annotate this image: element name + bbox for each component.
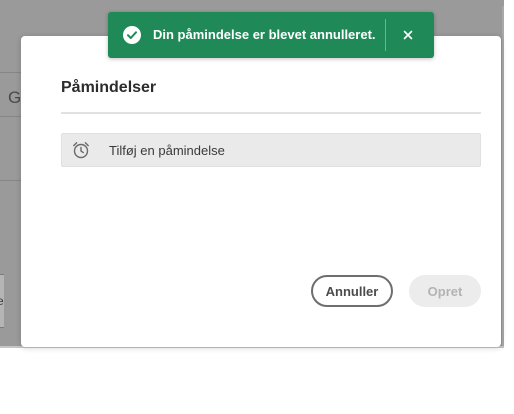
- create-button[interactable]: Opret: [409, 275, 481, 307]
- toast-close-button[interactable]: [398, 25, 418, 45]
- background-divider: [0, 116, 22, 117]
- background-tab-partial-label: G: [8, 88, 22, 107]
- dialog-title: Påmindelser: [61, 79, 157, 96]
- add-reminder-label: Tilføj en påmindelse: [109, 142, 225, 158]
- background-divider: [0, 180, 22, 181]
- toast-separator: [385, 19, 386, 51]
- cancel-button[interactable]: Annuller: [311, 275, 393, 307]
- alarm-clock-icon: [71, 140, 91, 160]
- toast-message: Din påmindelse er blevet annulleret.: [153, 27, 376, 42]
- checkmark-circle-icon: [123, 26, 141, 44]
- reminders-dialog: Påmindelser Tilføj en påmindelse Annulle…: [21, 36, 501, 347]
- background-panel-partial-label: e: [0, 294, 4, 308]
- close-icon: [403, 30, 413, 40]
- background-divider: [0, 72, 22, 73]
- background-edge: [502, 6, 504, 346]
- toast-notification: Din påmindelse er blevet annulleret.: [108, 12, 434, 58]
- add-reminder-button[interactable]: Tilføj en påmindelse: [61, 133, 481, 167]
- dialog-divider: [61, 112, 481, 114]
